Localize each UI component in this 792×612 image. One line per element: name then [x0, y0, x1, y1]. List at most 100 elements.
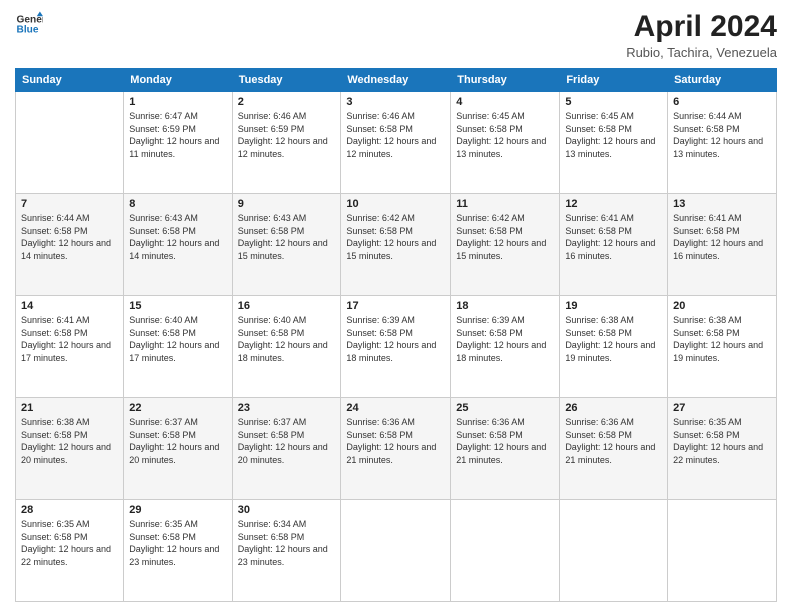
day-info: Sunrise: 6:34 AMSunset: 6:58 PMDaylight:…	[238, 518, 336, 568]
table-row	[341, 500, 451, 602]
day-number: 11	[456, 198, 554, 210]
day-number: 22	[129, 402, 226, 414]
day-info: Sunrise: 6:42 AMSunset: 6:58 PMDaylight:…	[346, 212, 445, 262]
day-number: 27	[673, 402, 771, 414]
main-title: April 2024	[626, 10, 777, 43]
page: General Blue April 2024 Rubio, Tachira, …	[0, 0, 792, 612]
table-row: 9 Sunrise: 6:43 AMSunset: 6:58 PMDaylight…	[232, 194, 341, 296]
table-row: 27 Sunrise: 6:35 AMSunset: 6:58 PMDayligh…	[668, 398, 777, 500]
calendar-week-2: 14Sunrise: 6:41 AMSunset: 6:58 PMDayligh…	[16, 296, 777, 398]
col-monday: Monday	[124, 69, 232, 92]
table-row: 22Sunrise: 6:37 AMSunset: 6:58 PMDayligh…	[124, 398, 232, 500]
day-info: Sunrise: 6:45 AMSunset: 6:58 PMDaylight:…	[456, 110, 554, 160]
day-number: 15	[129, 300, 226, 312]
day-info: Sunrise: 6:35 AMSunset: 6:58 PMDaylight:…	[673, 416, 771, 466]
day-info: Sunrise: 6:40 AMSunset: 6:58 PMDaylight:…	[238, 314, 336, 364]
table-row	[668, 500, 777, 602]
day-info: Sunrise: 6:45 AMSunset: 6:58 PMDaylight:…	[565, 110, 662, 160]
day-number: 7	[21, 198, 118, 210]
table-row: 6 Sunrise: 6:44 AMSunset: 6:58 PMDaylight…	[668, 92, 777, 194]
day-info: Sunrise: 6:41 AMSunset: 6:58 PMDaylight:…	[565, 212, 662, 262]
table-row: 21Sunrise: 6:38 AMSunset: 6:58 PMDayligh…	[16, 398, 124, 500]
table-row: 29 Sunrise: 6:35 AMSunset: 6:58 PMDayligh…	[124, 500, 232, 602]
day-info: Sunrise: 6:36 AMSunset: 6:58 PMDaylight:…	[346, 416, 445, 466]
table-row: 4Sunrise: 6:45 AMSunset: 6:58 PMDaylight…	[451, 92, 560, 194]
calendar-week-3: 21Sunrise: 6:38 AMSunset: 6:58 PMDayligh…	[16, 398, 777, 500]
table-row	[451, 500, 560, 602]
col-saturday: Saturday	[668, 69, 777, 92]
day-number: 19	[565, 300, 662, 312]
day-number: 20	[673, 300, 771, 312]
calendar-week-1: 7 Sunrise: 6:44 AMSunset: 6:58 PMDaylight…	[16, 194, 777, 296]
table-row: 19 Sunrise: 6:38 AMSunset: 6:58 PMDayligh…	[560, 296, 668, 398]
col-wednesday: Wednesday	[341, 69, 451, 92]
day-info: Sunrise: 6:37 AMSunset: 6:58 PMDaylight:…	[238, 416, 336, 466]
table-row: 5 Sunrise: 6:45 AMSunset: 6:58 PMDaylight…	[560, 92, 668, 194]
calendar-table: Sunday Monday Tuesday Wednesday Thursday…	[15, 68, 777, 602]
table-row: 17 Sunrise: 6:39 AMSunset: 6:58 PMDayligh…	[341, 296, 451, 398]
calendar-header-row: Sunday Monday Tuesday Wednesday Thursday…	[16, 69, 777, 92]
day-info: Sunrise: 6:38 AMSunset: 6:58 PMDaylight:…	[565, 314, 662, 364]
day-number: 1	[129, 96, 226, 108]
table-row: 25Sunrise: 6:36 AMSunset: 6:58 PMDayligh…	[451, 398, 560, 500]
day-info: Sunrise: 6:38 AMSunset: 6:58 PMDaylight:…	[673, 314, 771, 364]
day-number: 24	[346, 402, 445, 414]
day-info: Sunrise: 6:41 AMSunset: 6:58 PMDaylight:…	[673, 212, 771, 262]
day-info: Sunrise: 6:35 AMSunset: 6:58 PMDaylight:…	[129, 518, 226, 568]
day-number: 3	[346, 96, 445, 108]
table-row: 11 Sunrise: 6:42 AMSunset: 6:58 PMDayligh…	[451, 194, 560, 296]
day-info: Sunrise: 6:39 AMSunset: 6:58 PMDaylight:…	[346, 314, 445, 364]
day-number: 29	[129, 504, 226, 516]
day-info: Sunrise: 6:44 AMSunset: 6:58 PMDaylight:…	[673, 110, 771, 160]
day-number: 16	[238, 300, 336, 312]
calendar-week-4: 28Sunrise: 6:35 AMSunset: 6:58 PMDayligh…	[16, 500, 777, 602]
day-info: Sunrise: 6:36 AMSunset: 6:58 PMDaylight:…	[565, 416, 662, 466]
day-number: 2	[238, 96, 336, 108]
table-row: 3Sunrise: 6:46 AMSunset: 6:58 PMDaylight…	[341, 92, 451, 194]
table-row: 7 Sunrise: 6:44 AMSunset: 6:58 PMDaylight…	[16, 194, 124, 296]
table-row: 16 Sunrise: 6:40 AMSunset: 6:58 PMDayligh…	[232, 296, 341, 398]
day-info: Sunrise: 6:43 AMSunset: 6:58 PMDaylight:…	[129, 212, 226, 262]
day-number: 6	[673, 96, 771, 108]
table-row: 23Sunrise: 6:37 AMSunset: 6:58 PMDayligh…	[232, 398, 341, 500]
table-row: 12 Sunrise: 6:41 AMSunset: 6:58 PMDayligh…	[560, 194, 668, 296]
day-number: 26	[565, 402, 662, 414]
table-row	[560, 500, 668, 602]
day-info: Sunrise: 6:44 AMSunset: 6:58 PMDaylight:…	[21, 212, 118, 262]
table-row: 15 Sunrise: 6:40 AMSunset: 6:58 PMDayligh…	[124, 296, 232, 398]
col-sunday: Sunday	[16, 69, 124, 92]
day-info: Sunrise: 6:42 AMSunset: 6:58 PMDaylight:…	[456, 212, 554, 262]
col-thursday: Thursday	[451, 69, 560, 92]
day-info: Sunrise: 6:47 AMSunset: 6:59 PMDaylight:…	[129, 110, 226, 160]
table-row: 8 Sunrise: 6:43 AMSunset: 6:58 PMDaylight…	[124, 194, 232, 296]
day-info: Sunrise: 6:40 AMSunset: 6:58 PMDaylight:…	[129, 314, 226, 364]
day-number: 5	[565, 96, 662, 108]
day-info: Sunrise: 6:39 AMSunset: 6:58 PMDaylight:…	[456, 314, 554, 364]
table-row: 26 Sunrise: 6:36 AMSunset: 6:58 PMDayligh…	[560, 398, 668, 500]
day-number: 8	[129, 198, 226, 210]
day-number: 17	[346, 300, 445, 312]
table-row	[16, 92, 124, 194]
col-tuesday: Tuesday	[232, 69, 341, 92]
day-number: 14	[21, 300, 118, 312]
day-number: 13	[673, 198, 771, 210]
day-number: 10	[346, 198, 445, 210]
day-number: 25	[456, 402, 554, 414]
logo-icon: General Blue	[15, 10, 43, 38]
day-number: 12	[565, 198, 662, 210]
day-info: Sunrise: 6:43 AMSunset: 6:58 PMDaylight:…	[238, 212, 336, 262]
day-number: 21	[21, 402, 118, 414]
table-row: 24 Sunrise: 6:36 AMSunset: 6:58 PMDayligh…	[341, 398, 451, 500]
title-block: April 2024 Rubio, Tachira, Venezuela	[626, 10, 777, 60]
table-row: 18 Sunrise: 6:39 AMSunset: 6:58 PMDayligh…	[451, 296, 560, 398]
svg-text:Blue: Blue	[17, 25, 39, 36]
logo: General Blue	[15, 10, 43, 38]
day-number: 9	[238, 198, 336, 210]
table-row: 28Sunrise: 6:35 AMSunset: 6:58 PMDayligh…	[16, 500, 124, 602]
table-row: 1 Sunrise: 6:47 AMSunset: 6:59 PMDaylight…	[124, 92, 232, 194]
day-info: Sunrise: 6:46 AMSunset: 6:59 PMDaylight:…	[238, 110, 336, 160]
table-row: 10 Sunrise: 6:42 AMSunset: 6:58 PMDayligh…	[341, 194, 451, 296]
subtitle: Rubio, Tachira, Venezuela	[626, 45, 777, 60]
day-number: 18	[456, 300, 554, 312]
table-row: 14Sunrise: 6:41 AMSunset: 6:58 PMDayligh…	[16, 296, 124, 398]
